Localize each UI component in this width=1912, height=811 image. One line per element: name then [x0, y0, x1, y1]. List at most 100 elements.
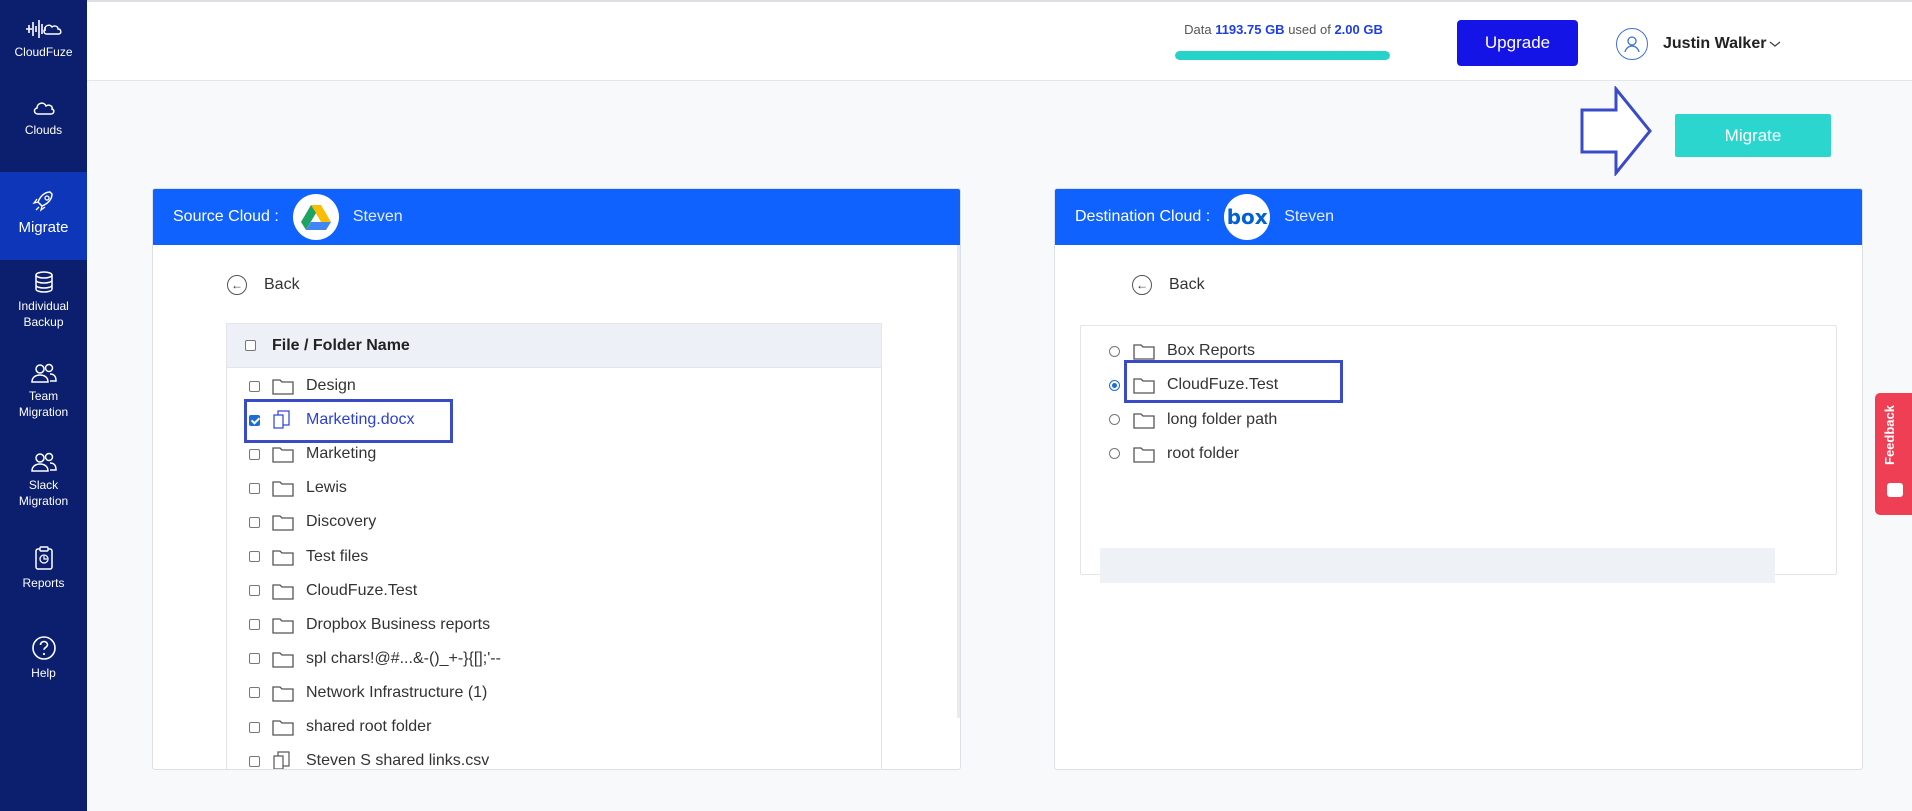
- user-name: Justin Walker: [1663, 35, 1767, 52]
- destination-cloud-title: Destination Cloud :: [1075, 208, 1211, 225]
- box-logo-icon: box: [1224, 194, 1271, 240]
- sidebar-item-label: Individual: [18, 299, 69, 313]
- file-row[interactable]: Steven S shared links.csv: [249, 749, 490, 770]
- file-name: Network Infrastructure (1): [306, 683, 488, 701]
- folder-icon: [272, 479, 294, 497]
- destination-cloud-panel: Destination Cloud : box Steven ← Back Bo…: [1054, 188, 1863, 770]
- file-name: Test files: [306, 547, 369, 565]
- folder-row[interactable]: root folder: [1109, 442, 1239, 466]
- destination-back-button[interactable]: ← Back: [1132, 275, 1205, 295]
- sidebar-item-clouds[interactable]: Clouds: [0, 98, 87, 138]
- back-label: Back: [264, 276, 300, 293]
- file-row[interactable]: Discovery: [249, 510, 376, 534]
- source-cloud-name: Steven: [352, 208, 403, 225]
- usage-mid: used of: [1284, 22, 1335, 37]
- row-checkbox[interactable]: [249, 551, 260, 562]
- sidebar-item-label: Clouds: [24, 123, 63, 137]
- feedback-label: Feedback: [1882, 405, 1897, 465]
- source-scrollbar[interactable]: [957, 245, 960, 718]
- folder-radio[interactable]: [1109, 345, 1120, 357]
- file-name: CloudFuze.Test: [306, 581, 418, 599]
- help-icon: [31, 636, 56, 660]
- row-checkbox[interactable]: [249, 653, 260, 665]
- users-icon: [30, 363, 57, 383]
- file-row[interactable]: spl chars!@#...&-()_+-}{[];'--: [249, 647, 501, 671]
- cloud-icon: [33, 102, 55, 115]
- cloudfuze-logo-icon: [25, 20, 61, 38]
- sidebar-item-help[interactable]: Help: [0, 635, 87, 681]
- source-back-button[interactable]: ← Back: [227, 275, 300, 295]
- sidebar-item-label: Migration: [18, 405, 69, 419]
- row-checkbox[interactable]: [249, 687, 260, 699]
- folder-icon: [1133, 411, 1155, 429]
- upgrade-button[interactable]: Upgrade: [1457, 20, 1578, 66]
- user-avatar-icon: [1616, 28, 1648, 60]
- file-icon: [272, 751, 294, 769]
- back-arrow-icon: ←: [227, 275, 247, 295]
- row-checkbox[interactable]: [249, 755, 260, 767]
- file-row[interactable]: Marketing: [249, 442, 376, 466]
- destination-cloud-name: Steven: [1284, 208, 1334, 225]
- folder-icon: [272, 684, 294, 702]
- migrate-button[interactable]: Migrate: [1675, 114, 1831, 157]
- user-menu[interactable]: Justin Walker: [1616, 28, 1782, 60]
- folder-icon: [1133, 445, 1155, 463]
- back-arrow-icon: ←: [1132, 275, 1152, 295]
- column-header-name: File / Folder Name: [272, 336, 410, 354]
- arrow-right-icon: [1580, 86, 1652, 176]
- folder-name: long folder path: [1167, 410, 1278, 428]
- file-row[interactable]: Lewis: [249, 476, 347, 500]
- row-checkbox[interactable]: [249, 721, 260, 733]
- sidebar-item-reports[interactable]: Reports: [0, 545, 87, 591]
- folder-icon: [272, 650, 294, 668]
- sidebar-item-label: Backup: [23, 315, 64, 329]
- file-name: Discovery: [306, 513, 377, 531]
- file-name: Steven S shared links.csv: [306, 752, 490, 770]
- folder-icon: [272, 513, 294, 532]
- row-checkbox[interactable]: [249, 482, 260, 494]
- logo-label: CloudFuze: [14, 45, 73, 59]
- row-checkbox[interactable]: [249, 619, 260, 631]
- sidebar-item-slack-migration[interactable]: Slack Migration: [0, 451, 87, 509]
- file-row[interactable]: Design: [249, 374, 356, 398]
- chevron-down-icon: [1770, 41, 1781, 47]
- folder-row[interactable]: long folder path: [1109, 408, 1277, 432]
- folder-radio[interactable]: [1109, 448, 1120, 460]
- folder-icon: [272, 377, 294, 395]
- sidebar-item-label: Slack: [28, 478, 59, 492]
- row-checkbox[interactable]: [249, 448, 260, 460]
- file-row[interactable]: Network Infrastructure (1): [249, 681, 487, 705]
- top-header: Data 1193.75 GB used of 2.00 GB Upgrade …: [87, 0, 1912, 81]
- file-row[interactable]: Test files: [249, 545, 368, 569]
- sidebar-item-label: Reports: [22, 576, 65, 590]
- sidebar-item-migrate[interactable]: Migrate: [0, 172, 87, 260]
- file-table-header: File / Folder Name: [227, 324, 881, 368]
- sidebar-item-team-migration[interactable]: Team Migration: [0, 362, 87, 420]
- box-logo-text: box: [1226, 205, 1268, 229]
- row-checkbox[interactable]: [249, 516, 260, 528]
- file-name: Lewis: [306, 479, 347, 497]
- file-row[interactable]: shared root folder: [249, 715, 431, 739]
- select-all-checkbox[interactable]: [245, 340, 256, 351]
- selected-file-highlight: [244, 399, 453, 443]
- usage-prefix: Data: [1184, 22, 1216, 37]
- cloudfuze-logo[interactable]: CloudFuze: [0, 18, 87, 60]
- row-checkbox[interactable]: [249, 380, 260, 392]
- source-file-table: File / Folder Name Design Marketing.docx M…: [226, 323, 882, 770]
- file-row[interactable]: CloudFuze.Test: [249, 579, 417, 603]
- file-name: shared root folder: [306, 718, 432, 735]
- folder-radio[interactable]: [1109, 414, 1120, 426]
- source-cloud-header: Source Cloud : Steven: [153, 189, 960, 245]
- usage-total: 2.00 GB: [1334, 22, 1383, 37]
- file-row[interactable]: Dropbox Business reports: [249, 613, 490, 637]
- sidebar: CloudFuze Clouds Migrate Individual Back…: [0, 0, 87, 811]
- row-checkbox[interactable]: [249, 585, 260, 597]
- sidebar-item-individual-backup[interactable]: Individual Backup: [0, 270, 87, 330]
- selected-folder-highlight: [1124, 360, 1343, 403]
- folder-icon: [1133, 342, 1155, 360]
- folder-icon: [272, 718, 294, 736]
- folder-icon: [272, 548, 294, 566]
- folder-radio[interactable]: [1109, 379, 1120, 391]
- feedback-smile-icon: [1887, 483, 1903, 497]
- feedback-tab[interactable]: Feedback: [1875, 393, 1912, 515]
